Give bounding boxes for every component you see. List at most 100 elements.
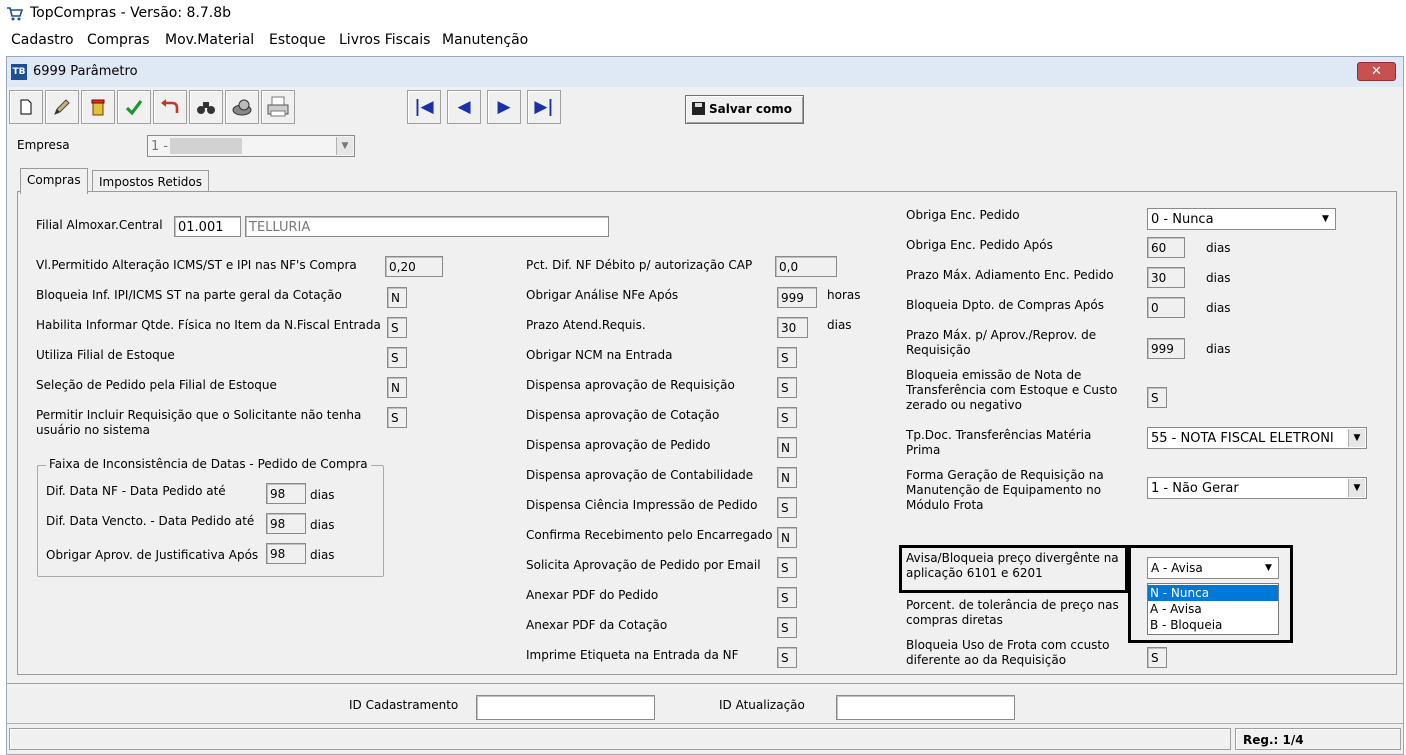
- menu-cadastro[interactable]: Cadastro: [11, 32, 74, 48]
- prazo-atend-label: Prazo Atend.Requis.: [526, 318, 646, 332]
- tpdoc-select[interactable]: 55 - NOTA FISCAL ELETRONI ▼: [1147, 427, 1367, 449]
- delete-trash-icon[interactable]: [81, 90, 115, 124]
- menu-compras[interactable]: Compras: [87, 32, 150, 48]
- window-title: 6999 Parâmetro: [33, 64, 138, 79]
- avisa-option-nunca[interactable]: N - Nunca: [1148, 585, 1278, 601]
- obriga-enc-value: 0 - Nunca: [1151, 212, 1214, 227]
- imprime-etiqueta-label: Imprime Etiqueta na Entrada da NF: [526, 648, 739, 662]
- empresa-label: Empresa: [17, 138, 70, 152]
- dispensa-pedido-label: Dispensa aprovação de Pedido: [526, 438, 711, 452]
- avisa-label: Avisa/Bloqueia preço divergênte na aplic…: [906, 551, 1119, 580]
- bloqueia-dpto-input[interactable]: 0: [1147, 297, 1185, 318]
- confirm-check-icon[interactable]: [117, 90, 151, 124]
- filial-code-input[interactable]: 01.001: [174, 216, 241, 237]
- menu-manutencao[interactable]: Manutenção: [442, 32, 528, 48]
- anexar-pdf-cotacao-label: Anexar PDF da Cotação: [526, 618, 668, 632]
- prazo-adiamento-input[interactable]: 30: [1147, 267, 1185, 288]
- dispensa-cotacao-input[interactable]: S: [777, 407, 797, 428]
- selecao-pedido-input[interactable]: N: [387, 377, 407, 398]
- dispensa-contabilidade-input[interactable]: N: [777, 467, 797, 488]
- obrigar-aprov-unit: dias: [310, 548, 335, 562]
- forma-geracao-label: Forma Geração de Requisição na Manutençã…: [906, 468, 1104, 512]
- pct-dif-input[interactable]: 0,0: [775, 256, 837, 277]
- permitir-requisicao-input[interactable]: S: [387, 407, 407, 428]
- forma-geracao-select[interactable]: 1 - Não Gerar ▼: [1147, 477, 1367, 499]
- dispensa-pedido-input[interactable]: N: [777, 437, 797, 458]
- avisa-dropdown-list: N - Nunca A - Avisa B - Bloqueia: [1147, 583, 1279, 635]
- dispensa-ciencia-input[interactable]: S: [777, 497, 797, 518]
- dif-data-vencto-input[interactable]: 98: [266, 513, 306, 534]
- menu-mov-material[interactable]: Mov.Material: [165, 32, 254, 48]
- dispensa-requisicao-label: Dispensa aprovação de Requisição: [526, 378, 735, 392]
- confirma-recebimento-input[interactable]: N: [777, 527, 797, 548]
- next-record-button[interactable]: ▶: [487, 90, 521, 124]
- app-title: TopCompras - Versão: 8.7.8b: [30, 5, 232, 21]
- obriga-enc-apos-input[interactable]: 60: [1147, 237, 1185, 258]
- utiliza-filial-label: Utiliza Filial de Estoque: [36, 348, 175, 362]
- frota-label: Bloqueia Uso de Frota com ccusto diferen…: [906, 638, 1110, 667]
- dispensa-requisicao-input[interactable]: S: [777, 377, 797, 398]
- save-as-label: Salvar como: [709, 102, 792, 116]
- parametro-window: TB 6999 Parâmetro ✕ |◀ ◀ ▶ ▶| Salvar com…: [6, 56, 1404, 755]
- tab-compras[interactable]: Compras: [20, 168, 88, 194]
- close-button[interactable]: ✕: [1357, 62, 1396, 81]
- id-cadastramento-input[interactable]: [476, 695, 655, 720]
- chevron-down-icon[interactable]: ▼: [1348, 429, 1365, 447]
- obrigar-aprov-input[interactable]: 98: [266, 543, 306, 564]
- avisa-option-bloqueia[interactable]: B - Bloqueia: [1148, 617, 1278, 633]
- imprime-etiqueta-input[interactable]: S: [777, 647, 797, 668]
- chevron-down-icon[interactable]: ▼: [336, 137, 353, 155]
- dispensa-cotacao-label: Dispensa aprovação de Cotação: [526, 408, 720, 422]
- print-preview-icon[interactable]: [225, 90, 259, 124]
- dif-data-nf-input[interactable]: 98: [266, 483, 306, 504]
- permitir-requisicao-label: Permitir Incluir Requisição que o Solici…: [36, 408, 362, 437]
- anexar-pdf-pedido-label: Anexar PDF do Pedido: [526, 588, 659, 602]
- frota-input[interactable]: S: [1147, 647, 1167, 668]
- search-binoculars-icon[interactable]: [189, 90, 223, 124]
- chevron-down-icon[interactable]: ▼: [1348, 479, 1365, 497]
- bloqueia-dpto-unit: dias: [1206, 301, 1231, 315]
- anexar-pdf-pedido-input[interactable]: S: [777, 587, 797, 608]
- filial-label: Filial Almoxar.Central: [36, 218, 163, 232]
- first-record-button[interactable]: |◀: [407, 90, 441, 124]
- solicita-aprovacao-input[interactable]: S: [777, 557, 797, 578]
- vl-permitido-input[interactable]: 0,20: [385, 256, 443, 277]
- menubar: Cadastro Compras Mov.Material Estoque Li…: [0, 28, 1406, 52]
- dif-data-vencto-unit: dias: [310, 518, 335, 532]
- bloqueia-ipi-input[interactable]: N: [387, 287, 407, 308]
- obrigar-analise-input[interactable]: 999: [777, 287, 817, 308]
- menu-livros-fiscais[interactable]: Livros Fiscais: [339, 32, 430, 48]
- dif-data-nf-unit: dias: [310, 488, 335, 502]
- dispensa-contabilidade-label: Dispensa aprovação de Contabilidade: [526, 468, 754, 482]
- utiliza-filial-input[interactable]: S: [387, 347, 407, 368]
- id-atualizacao-input[interactable]: [836, 695, 1015, 720]
- avisa-select[interactable]: A - Avisa ▼: [1147, 557, 1279, 579]
- avisa-option-avisa[interactable]: A - Avisa: [1148, 601, 1278, 617]
- empresa-select[interactable]: 1 - ▼: [147, 135, 355, 157]
- new-document-icon[interactable]: [9, 90, 43, 124]
- anexar-pdf-cotacao-input[interactable]: S: [777, 617, 797, 638]
- obrigar-ncm-label: Obrigar NCM na Entrada: [526, 348, 673, 362]
- chevron-down-icon[interactable]: ▼: [1317, 210, 1334, 228]
- undo-arrow-icon[interactable]: [153, 90, 187, 124]
- prazo-aprov-input[interactable]: 999: [1147, 338, 1185, 359]
- group-title: Faixa de Inconsistência de Datas - Pedid…: [46, 457, 371, 471]
- edit-pencil-icon[interactable]: [45, 90, 79, 124]
- obriga-enc-select[interactable]: 0 - Nunca ▼: [1147, 208, 1336, 230]
- save-as-button[interactable]: Salvar como: [685, 95, 804, 124]
- previous-record-button[interactable]: ◀: [447, 90, 481, 124]
- print-icon[interactable]: [261, 90, 295, 124]
- obrigar-ncm-input[interactable]: S: [777, 347, 797, 368]
- vl-permitido-label: Vl.Permitido Alteração ICMS/ST e IPI nas…: [36, 258, 357, 272]
- habilita-qtde-label: Habilita Informar Qtde. Física no Item d…: [36, 318, 381, 332]
- chevron-down-icon[interactable]: ▼: [1260, 559, 1277, 577]
- app-titlebar: TopCompras - Versão: 8.7.8b: [0, 0, 1406, 28]
- bloqueia-nota-input[interactable]: S: [1147, 387, 1167, 408]
- habilita-qtde-input[interactable]: S: [387, 317, 407, 338]
- prazo-aprov-unit: dias: [1206, 342, 1231, 356]
- record-counter: Reg.: 1/4: [1243, 733, 1304, 747]
- prazo-atend-input[interactable]: 30: [777, 317, 808, 338]
- menu-estoque[interactable]: Estoque: [269, 32, 326, 48]
- prazo-adiamento-unit: dias: [1206, 271, 1231, 285]
- last-record-button[interactable]: ▶|: [527, 90, 561, 124]
